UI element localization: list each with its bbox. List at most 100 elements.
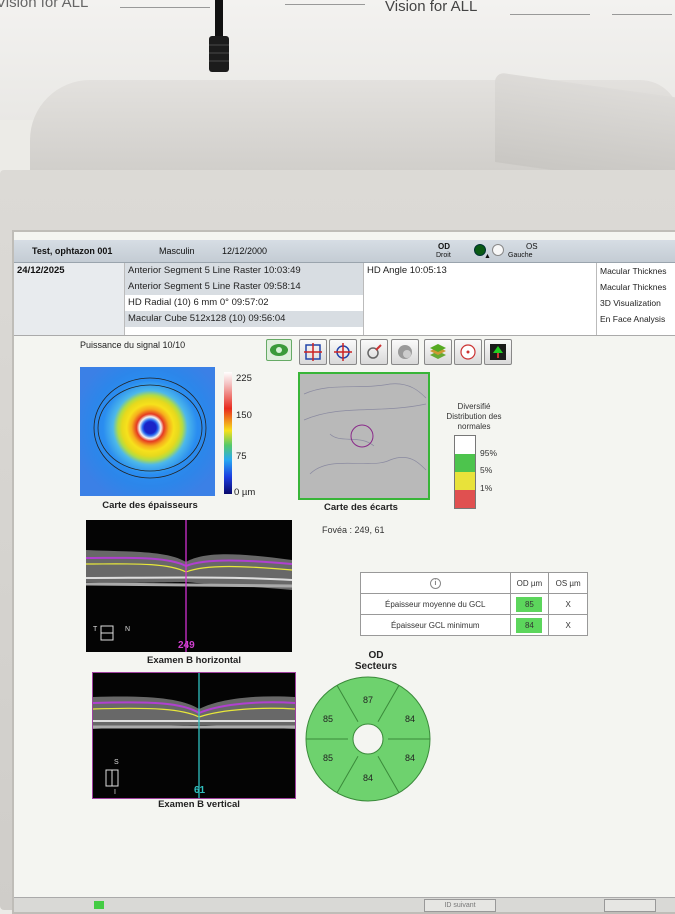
banner-rule (612, 14, 672, 15)
colorbar-tick: 150 (236, 410, 252, 421)
sectors-eye: OD (368, 650, 384, 661)
banner-rule (120, 7, 210, 8)
exam-date-cell[interactable]: 24/12/2025 (14, 263, 125, 335)
thickness-map-label: Carte des épaisseurs (102, 500, 198, 511)
exam-item[interactable]: HD Angle 10:05:13 (364, 263, 596, 279)
sectors-title: OD Secteurs (346, 650, 406, 672)
bscan-vertical[interactable] (92, 672, 296, 799)
legend-swatch (455, 472, 475, 490)
colorbar-tick: 225 (236, 373, 252, 384)
disabled-circle-button[interactable] (391, 339, 419, 365)
fovea-button[interactable] (454, 339, 482, 365)
orientation-icon (105, 769, 119, 787)
exam-date: 24/12/2025 (17, 265, 65, 276)
eye-toggle-icon (270, 344, 288, 356)
direction-left: T (93, 626, 98, 633)
analysis-item[interactable]: En Face Analysis (597, 311, 675, 327)
taskbar: ID suivant (14, 897, 675, 912)
legend-label: 95% (480, 448, 498, 458)
analysis-item[interactable]: Macular Thicknes (597, 279, 675, 295)
bscan-vertical-image (93, 673, 295, 798)
analysis-item[interactable]: 3D Visualization (597, 295, 675, 311)
pin-button[interactable] (360, 339, 388, 365)
info-icon[interactable]: i (360, 572, 511, 594)
od-value: 84 (516, 617, 543, 633)
colorbar-tick: 75 (236, 451, 247, 462)
patient-header: Test, ophtazon 001 Masculin 12/12/2000 O… (14, 240, 675, 263)
selected-eye-arrow-icon: ▲ (484, 253, 491, 260)
taskbar-button[interactable] (604, 899, 656, 912)
column-header-od: OD µm (509, 572, 550, 594)
legend-swatch (455, 454, 475, 472)
legend-label: 5% (480, 465, 493, 475)
eye-os-indicator[interactable] (492, 244, 504, 256)
eye-os-sub: Gauche (508, 252, 533, 259)
deviation-map-label: Carte des écarts (324, 502, 398, 513)
sector-value-upper-right: 84 (405, 714, 415, 724)
legend-swatch (455, 436, 475, 454)
monitor-screen: Test, ophtazon 001 Masculin 12/12/2000 O… (12, 230, 675, 914)
etdrs-grid (93, 377, 207, 479)
banner-rule (285, 4, 365, 5)
direction-top: S (114, 759, 119, 766)
os-value: X (548, 593, 588, 615)
legend-label: 1% (480, 483, 493, 493)
patient-dob: 12/12/2000 (222, 246, 268, 256)
banner-rule (510, 14, 590, 15)
gray-circle-icon (398, 345, 412, 359)
exam-item[interactable]: Macular Cube 512x128 (10) 09:56:04 (125, 311, 363, 327)
exam-item[interactable]: HD Radial (10) 6 mm 0° 09:57:02 (125, 295, 363, 311)
bscan-vertical-label: Examen B vertical (158, 799, 240, 810)
fovea-circle-icon (460, 344, 476, 360)
legend-swatch (455, 490, 475, 508)
bscan-horizontal-label: Examen B horizontal (147, 655, 241, 666)
banner-text-left: Vision for ALL (0, 0, 89, 11)
sector-value-bottom: 84 (363, 773, 373, 783)
od-value: 85 (516, 596, 543, 612)
eye-od-sub: Droit (436, 252, 451, 259)
patient-name: Test, ophtazon 001 (32, 246, 113, 256)
grid-button[interactable] (299, 339, 327, 365)
eye-toggle-button[interactable] (266, 339, 292, 361)
sector-value-upper-left: 85 (323, 714, 333, 724)
taskbar-indicator-icon (94, 901, 104, 909)
exam-item[interactable]: Anterior Segment 5 Line Raster 09:58:14 (125, 279, 363, 295)
table-row: Épaisseur moyenne du GCL 85 X (360, 593, 588, 615)
sector-value-lower-right: 84 (405, 753, 415, 763)
bscan-horizontal-index: 249 (178, 640, 195, 651)
sector-chart[interactable]: 87 84 84 84 85 85 (304, 675, 432, 803)
analysis-item[interactable]: Macular Thicknes (597, 263, 675, 279)
thickness-map[interactable] (80, 367, 215, 496)
layers-3d-icon (430, 344, 446, 359)
orientation-icon (100, 625, 114, 641)
od-cell: 85 (509, 593, 550, 615)
crosshair-target-icon (334, 343, 352, 361)
exam-list: Anterior Segment 5 Line Raster 10:03:49 … (125, 263, 364, 335)
deviation-map[interactable] (298, 372, 430, 500)
eye-os-label: OS (526, 242, 538, 251)
normative-legend (454, 435, 476, 509)
tree-map-button[interactable] (484, 339, 512, 365)
target-button[interactable] (329, 339, 357, 365)
next-id-button[interactable]: ID suivant (424, 899, 496, 912)
row-label: Épaisseur GCL minimum (360, 614, 511, 636)
row-label: Épaisseur moyenne du GCL (360, 593, 511, 615)
tree-map-icon (490, 344, 506, 360)
pin-icon (367, 344, 382, 359)
table-row: Épaisseur GCL minimum 84 X (360, 614, 588, 636)
exam-item[interactable]: Anterior Segment 5 Line Raster 10:03:49 (125, 263, 363, 279)
fovea-coordinates: Fovéa : 249, 61 (322, 525, 385, 535)
exam-list-row: 24/12/2025 Anterior Segment 5 Line Raste… (14, 263, 675, 336)
eye-od-label: OD (438, 242, 450, 251)
direction-right: N (125, 626, 131, 633)
layers-button[interactable] (424, 339, 452, 365)
colorbar-tick: 0 µm (234, 487, 256, 498)
bscan-vertical-index: 61 (194, 785, 206, 796)
exam-list-other: HD Angle 10:05:13 (364, 263, 597, 335)
thickness-colorbar (224, 372, 232, 494)
deviation-contours (303, 383, 427, 475)
sector-value-top: 87 (363, 695, 373, 705)
table-header-row: i OD µm OS µm (360, 572, 588, 594)
banner-text: Vision for ALL (385, 0, 478, 15)
analysis-list: Macular Thicknes Macular Thicknes 3D Vis… (597, 263, 675, 335)
